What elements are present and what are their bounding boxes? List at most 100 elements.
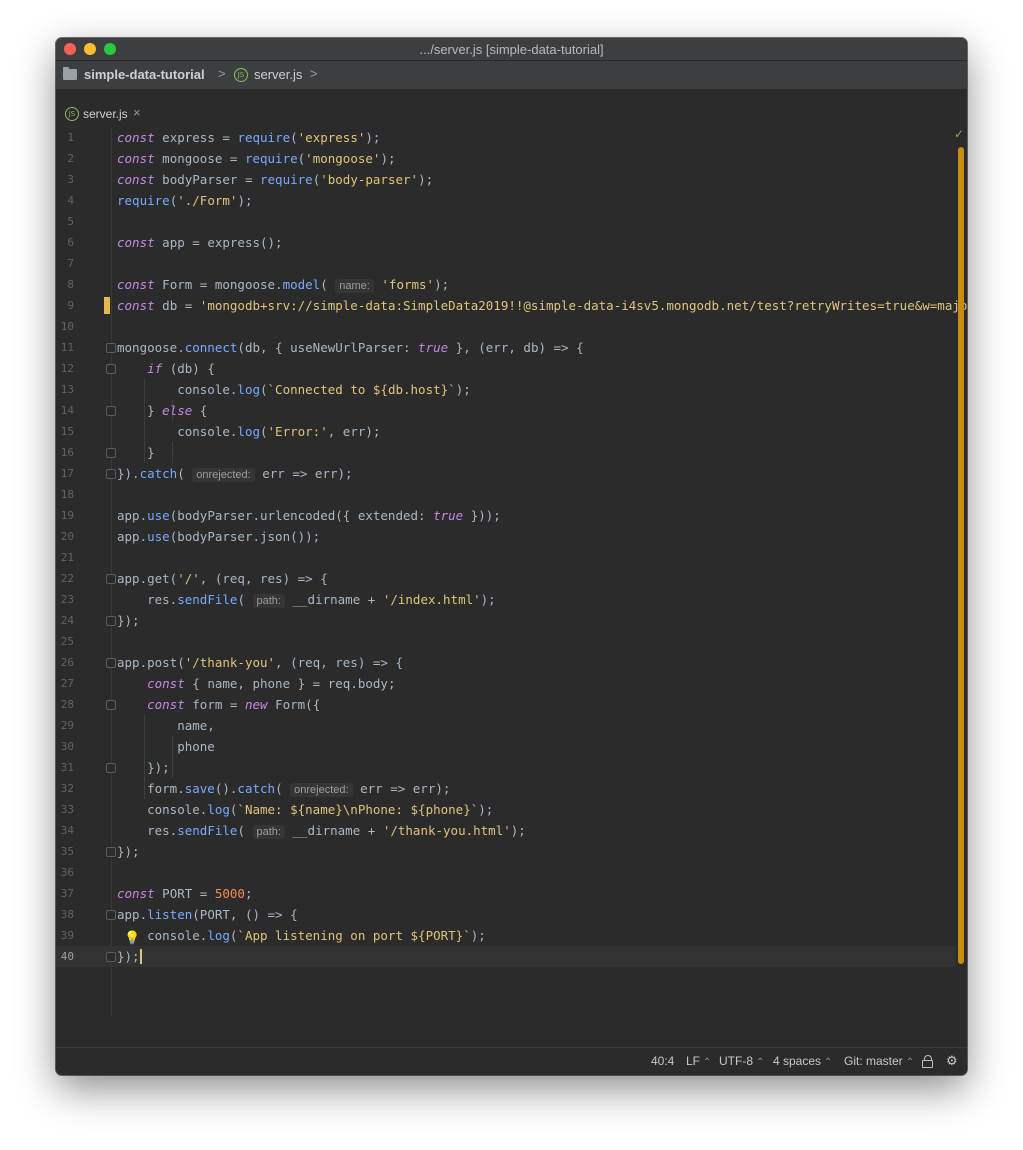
line-number: 4 (67, 194, 74, 207)
code-text: phone (117, 739, 215, 754)
code-line-current: 40}); (56, 946, 956, 967)
fold-marker-icon[interactable] (106, 658, 116, 668)
code-text: app.listen(PORT, () => { (117, 907, 298, 922)
code-text: const db = 'mongodb+srv://simple-data:Si… (117, 298, 967, 313)
code-text: console.log(`Connected to ${db.host}`); (117, 382, 471, 397)
line-number: 15 (60, 425, 74, 438)
code-text: console.log('Error:', err); (117, 424, 381, 439)
code-line: 33 console.log(`Name: ${name}\nPhone: ${… (56, 799, 956, 820)
fold-marker-icon[interactable] (106, 700, 116, 710)
line-number: 10 (60, 320, 74, 333)
js-file-icon: JS (234, 68, 248, 82)
code-line: 1 const express = require('express'); (56, 127, 956, 148)
code-line: 5 (56, 211, 956, 232)
line-separator-label: LF (686, 1054, 701, 1068)
chevron-updown-icon: ⌃ (824, 1057, 833, 1068)
line-number: 19 (60, 509, 74, 522)
line-number: 26 (60, 656, 74, 669)
code-line: 4 require('./Form'); (56, 190, 956, 211)
line-separator-selector[interactable]: LF ⌃ (686, 1054, 711, 1068)
code-line: 14 } else { (56, 400, 956, 421)
code-line: 9 const db = 'mongodb+srv://simple-data:S… (56, 295, 967, 316)
line-number: 25 (60, 635, 74, 648)
line-number: 9 (67, 299, 74, 312)
code-text: const express = require('express'); (117, 130, 381, 145)
tab-server-js[interactable]: JS server.js × (56, 96, 149, 129)
line-number: 36 (60, 866, 74, 879)
code-line: 💡 39 console.log(`App listening on port $… (56, 925, 956, 946)
fold-marker-icon[interactable] (106, 763, 116, 773)
line-number: 20 (60, 530, 74, 543)
fold-marker-icon[interactable] (106, 574, 116, 584)
fold-marker-icon[interactable] (106, 952, 116, 962)
code-text: }); (117, 613, 140, 628)
code-text: } else { (117, 403, 208, 418)
code-text: name, (117, 718, 215, 733)
code-line: 24}); (56, 610, 956, 631)
code-editor[interactable]: 1 const express = require('express'); 2 co… (56, 127, 967, 1017)
code-line: 29 name, (56, 715, 956, 736)
code-text: res.sendFile( path: __dirname + '/thank-… (117, 823, 526, 839)
line-number: 33 (60, 803, 74, 816)
code-text: }); (117, 760, 170, 775)
fold-marker-icon[interactable] (106, 469, 116, 479)
inspection-ok-icon[interactable]: ✓ (954, 127, 964, 141)
breadcrumb-file[interactable]: server.js (254, 67, 302, 82)
line-number: 3 (67, 173, 74, 186)
line-number: 2 (67, 152, 74, 165)
line-number: 8 (67, 278, 74, 291)
code-text: form.save().catch( onrejected: err => er… (117, 781, 451, 797)
vertical-scrollbar[interactable] (958, 147, 964, 964)
line-number: 40 (60, 950, 74, 963)
code-line: 37 const PORT = 5000; (56, 883, 956, 904)
line-number: 13 (60, 383, 74, 396)
line-number: 27 (60, 677, 74, 690)
git-branch-selector[interactable]: Git: master ⌃ (844, 1054, 914, 1068)
close-tab-icon[interactable]: × (133, 105, 141, 120)
code-line: 38 app.listen(PORT, () => { (56, 904, 956, 925)
breadcrumb-project[interactable]: simple-data-tutorial (84, 67, 205, 82)
editor-tabs: JS server.js × (56, 89, 967, 129)
code-text: app.use(bodyParser.urlencoded({ extended… (117, 508, 501, 523)
encoding-selector[interactable]: UTF-8 ⌃ (719, 1054, 764, 1068)
fold-marker-icon[interactable] (106, 847, 116, 857)
fold-marker-icon[interactable] (106, 343, 116, 353)
line-number: 16 (60, 446, 74, 459)
code-line: 26 app.post('/thank-you', (req, res) => { (56, 652, 956, 673)
code-line: 22 app.get('/', (req, res) => { (56, 568, 956, 589)
caret-position[interactable]: 40:4 (651, 1054, 674, 1068)
tab-label: server.js (83, 107, 128, 121)
line-number: 37 (60, 887, 74, 900)
fold-marker-icon[interactable] (106, 910, 116, 920)
window-title: .../server.js [simple-data-tutorial] (419, 42, 604, 57)
code-text: const Form = mongoose.model( name: 'form… (117, 277, 450, 293)
code-line: 7 (56, 253, 956, 274)
code-line: 18 (56, 484, 956, 505)
text-caret (139, 949, 142, 964)
code-line: 34 res.sendFile( path: __dirname + '/tha… (56, 820, 956, 841)
code-text: }); (117, 949, 142, 964)
line-number: 18 (60, 488, 74, 501)
fold-marker-icon[interactable] (106, 364, 116, 374)
line-number: 30 (60, 740, 74, 753)
chevron-updown-icon: ⌃ (756, 1057, 765, 1068)
hector-inspector-icon[interactable]: ⚙ (946, 1054, 958, 1069)
breadcrumb: simple-data-tutorial > JS server.js > (56, 61, 967, 89)
status-bar: 40:4 LF ⌃ UTF-8 ⌃ 4 spaces ⌃ Git: master ⌃ ⚙ (56, 1047, 967, 1075)
lock-icon[interactable] (922, 1055, 933, 1068)
fold-marker-icon[interactable] (106, 406, 116, 416)
line-number: 22 (60, 572, 74, 585)
indent-label: 4 spaces (773, 1054, 822, 1068)
code-line: 15 console.log('Error:', err); (56, 421, 956, 442)
code-text: res.sendFile( path: __dirname + '/index.… (117, 592, 496, 608)
code-text: const form = new Form({ (147, 697, 321, 712)
fold-marker-icon[interactable] (106, 448, 116, 458)
line-number: 31 (60, 761, 74, 774)
indent-selector[interactable]: 4 spaces ⌃ (773, 1054, 832, 1068)
code-text: app.use(bodyParser.json()); (117, 529, 321, 544)
code-text: require('./Form'); (117, 193, 253, 208)
code-text: const bodyParser = require('body-parser'… (117, 172, 434, 187)
line-number: 1 (67, 131, 74, 144)
fold-marker-icon[interactable] (106, 616, 116, 626)
line-number: 23 (60, 593, 74, 606)
